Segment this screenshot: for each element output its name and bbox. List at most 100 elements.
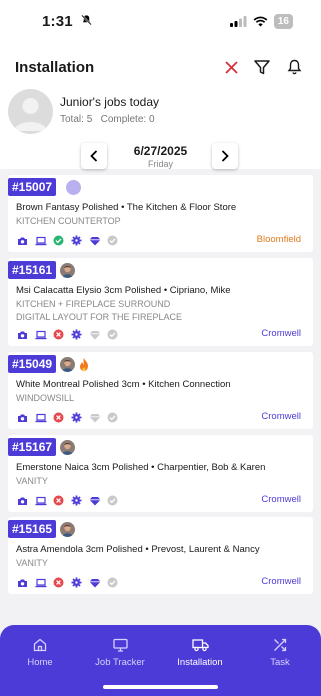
- home-indicator: [103, 685, 218, 689]
- check-circle-icon[interactable]: [106, 234, 119, 247]
- complete-label: Complete:: [100, 114, 147, 125]
- job-number-badge: #15167: [8, 438, 57, 456]
- job-status-icons: [16, 576, 119, 589]
- job-material-customer: Brown Fantasy Polished • The Kitchen & F…: [16, 202, 237, 213]
- job-card[interactable]: #15049 White Montreal Polished 3cm • Kitc…: [8, 352, 313, 429]
- job-card[interactable]: #15007 Brown Fantasy Polished • The Kitch…: [8, 175, 313, 252]
- status-time: 1:31: [42, 13, 73, 30]
- job-location[interactable]: Cromwell: [261, 576, 301, 587]
- job-area: VANITY: [16, 476, 48, 486]
- user-avatar: [8, 89, 53, 134]
- next-day-button[interactable]: [212, 143, 238, 169]
- fire-icon: [78, 357, 93, 372]
- battery-indicator: 16: [273, 14, 293, 29]
- tab-job-tracker-label: Job Tracker: [95, 657, 145, 668]
- gear-icon[interactable]: [70, 411, 83, 424]
- user-jobs-heading: Junior's jobs today: [60, 95, 160, 109]
- job-card[interactable]: #15167 Emerstone Naica 3cm Polished • Cha…: [8, 435, 313, 512]
- job-card[interactable]: #15165 Astra Amendola 3cm Polished • Prev…: [8, 517, 313, 594]
- camera-icon[interactable]: [16, 576, 29, 589]
- page-title: Installation: [15, 59, 95, 76]
- tab-task-label: Task: [270, 657, 290, 668]
- job-status-icons: [16, 328, 119, 341]
- diamond-icon[interactable]: [88, 328, 101, 341]
- tab-installation[interactable]: Installation: [160, 635, 240, 668]
- tab-task[interactable]: Task: [240, 635, 320, 668]
- laptop-icon[interactable]: [34, 576, 47, 589]
- check-circle-icon[interactable]: [106, 328, 119, 341]
- monitor-icon: [80, 635, 160, 655]
- laptop-icon[interactable]: [34, 234, 47, 247]
- job-card[interactable]: #15161 Msi Calacatta Elysio 3cm Polished …: [8, 258, 313, 346]
- chevron-right-icon: [221, 150, 229, 162]
- total-count: 5: [86, 114, 93, 125]
- job-area: DIGITAL LAYOUT FOR THE FIREPLACE: [16, 312, 183, 322]
- laptop-icon[interactable]: [34, 494, 47, 507]
- current-date: 6/27/2025: [133, 144, 188, 158]
- check-circle-icon[interactable]: [106, 411, 119, 424]
- x-circle-icon[interactable]: [52, 328, 65, 341]
- current-weekday: Friday: [147, 159, 173, 169]
- bell-off-icon: [81, 14, 92, 26]
- diamond-icon[interactable]: [88, 411, 101, 424]
- gear-icon[interactable]: [70, 576, 83, 589]
- check-circle-icon[interactable]: [106, 494, 119, 507]
- tab-home[interactable]: Home: [0, 635, 80, 668]
- tab-job-tracker[interactable]: Job Tracker: [80, 635, 160, 668]
- gear-icon[interactable]: [70, 234, 83, 247]
- job-number-badge: #15161: [8, 261, 57, 279]
- diamond-icon[interactable]: [88, 494, 101, 507]
- home-icon: [0, 635, 80, 655]
- job-material-customer: White Montreal Polished 3cm • Kitchen Co…: [16, 379, 231, 390]
- job-material-customer: Emerstone Naica 3cm Polished • Charpenti…: [16, 462, 266, 473]
- laptop-icon[interactable]: [34, 328, 47, 341]
- job-area: KITCHEN + FIREPLACE SURROUND: [16, 299, 171, 309]
- tab-home-label: Home: [27, 657, 53, 668]
- truck-icon: [160, 635, 240, 655]
- job-status-icons: [16, 411, 119, 424]
- bell-icon[interactable]: [285, 58, 303, 76]
- close-icon[interactable]: [222, 58, 240, 76]
- wifi-icon: [253, 16, 268, 27]
- assignee-avatar: [60, 357, 75, 372]
- job-status-icons: [16, 234, 119, 247]
- assignee-avatar: [60, 522, 75, 537]
- complete-count: 0: [148, 114, 155, 125]
- camera-icon[interactable]: [16, 411, 29, 424]
- job-location[interactable]: Cromwell: [261, 494, 301, 505]
- page-header: Installation Junior's jobs today Total: …: [0, 44, 321, 169]
- date-navigator: 6/27/2025 Friday: [0, 143, 321, 173]
- camera-icon[interactable]: [16, 234, 29, 247]
- job-area: KITCHEN COUNTERTOP: [16, 216, 121, 226]
- job-number-badge: #15165: [8, 520, 57, 538]
- check-circle-icon[interactable]: [52, 234, 65, 247]
- diamond-icon[interactable]: [88, 576, 101, 589]
- job-location[interactable]: Cromwell: [261, 328, 301, 339]
- gear-icon[interactable]: [70, 494, 83, 507]
- laptop-icon[interactable]: [34, 411, 47, 424]
- camera-icon[interactable]: [16, 494, 29, 507]
- shuffle-icon: [240, 635, 320, 655]
- x-circle-icon[interactable]: [52, 411, 65, 424]
- check-circle-icon[interactable]: [106, 576, 119, 589]
- job-area: WINDOWSILL: [16, 393, 75, 403]
- job-number-badge: #15049: [8, 355, 57, 373]
- signal-icon: [229, 16, 247, 27]
- status-indicators: 16: [229, 14, 293, 29]
- assignee-avatar: [60, 440, 75, 455]
- job-stats: Total: 5 Complete: 0: [60, 114, 155, 125]
- x-circle-icon[interactable]: [52, 576, 65, 589]
- tab-installation-label: Installation: [177, 657, 223, 668]
- job-number-badge: #15007: [8, 178, 57, 196]
- diamond-icon[interactable]: [88, 234, 101, 247]
- assignee-placeholder-icon: [66, 180, 81, 195]
- camera-icon[interactable]: [16, 328, 29, 341]
- gear-icon[interactable]: [70, 328, 83, 341]
- job-location[interactable]: Bloomfield: [257, 234, 301, 245]
- assignee-avatar: [60, 263, 75, 278]
- job-area: VANITY: [16, 558, 48, 568]
- x-circle-icon[interactable]: [52, 494, 65, 507]
- job-location[interactable]: Cromwell: [261, 411, 301, 422]
- job-material-customer: Astra Amendola 3cm Polished • Prevost, L…: [16, 544, 260, 555]
- filter-icon[interactable]: [253, 58, 271, 76]
